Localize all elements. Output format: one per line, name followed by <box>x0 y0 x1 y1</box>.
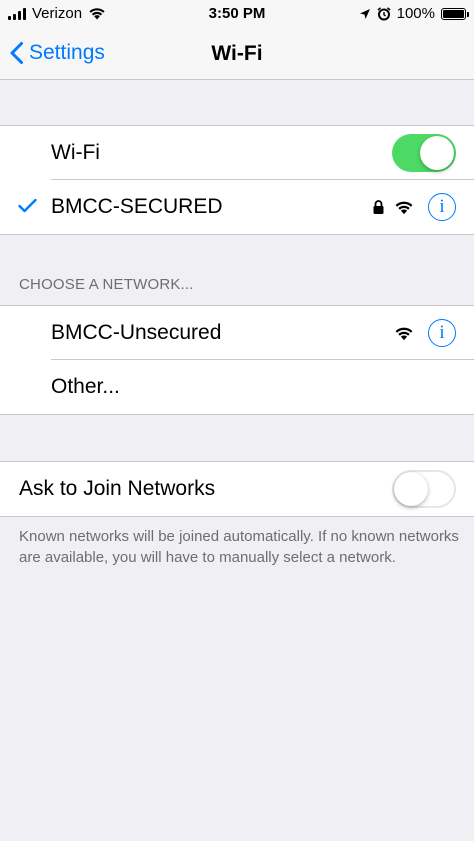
section-header: CHOOSE A NETWORK... <box>19 276 194 293</box>
other-network-row[interactable]: Other... <box>0 360 474 414</box>
lock-icon <box>373 200 384 214</box>
page-title: Wi-Fi <box>211 42 263 65</box>
connected-network-row[interactable]: BMCC-SECURED i <box>0 180 474 234</box>
status-right: 100% <box>359 5 469 22</box>
info-icon[interactable]: i <box>428 193 456 221</box>
connected-network-name: BMCC-SECURED <box>51 195 223 218</box>
networks-group: BMCC-Unsecured i Other... <box>0 305 474 415</box>
ask-to-join-footer: Known networks will be joined automatica… <box>19 528 459 566</box>
network-name: BMCC-Unsecured <box>51 321 222 344</box>
checkmark-icon <box>18 198 37 213</box>
wifi-signal-icon <box>395 327 413 340</box>
alarm-clock-icon <box>377 6 391 20</box>
wifi-toggle-row: Wi-Fi <box>0 126 474 180</box>
other-network-label: Other... <box>51 375 120 398</box>
wifi-signal-icon <box>395 201 413 214</box>
wifi-label: Wi-Fi <box>51 141 100 164</box>
ask-to-join-label: Ask to Join Networks <box>19 477 216 500</box>
navigation-bar: Settings Wi-Fi <box>0 28 474 80</box>
ask-to-join-group: Ask to Join Networks <box>0 461 474 517</box>
ask-to-join-row: Ask to Join Networks <box>0 462 474 516</box>
info-icon[interactable]: i <box>428 319 456 347</box>
battery-percent: 100% <box>396 5 435 22</box>
location-arrow-icon <box>359 8 370 19</box>
ask-to-join-toggle[interactable] <box>392 470 456 508</box>
status-bar: Verizon 3:50 PM 100% <box>0 0 474 28</box>
wifi-toggle[interactable] <box>392 134 456 172</box>
wifi-group: Wi-Fi BMCC-SECURED i <box>0 125 474 235</box>
battery-icon <box>441 7 469 20</box>
network-row[interactable]: BMCC-Unsecured i <box>0 306 474 360</box>
